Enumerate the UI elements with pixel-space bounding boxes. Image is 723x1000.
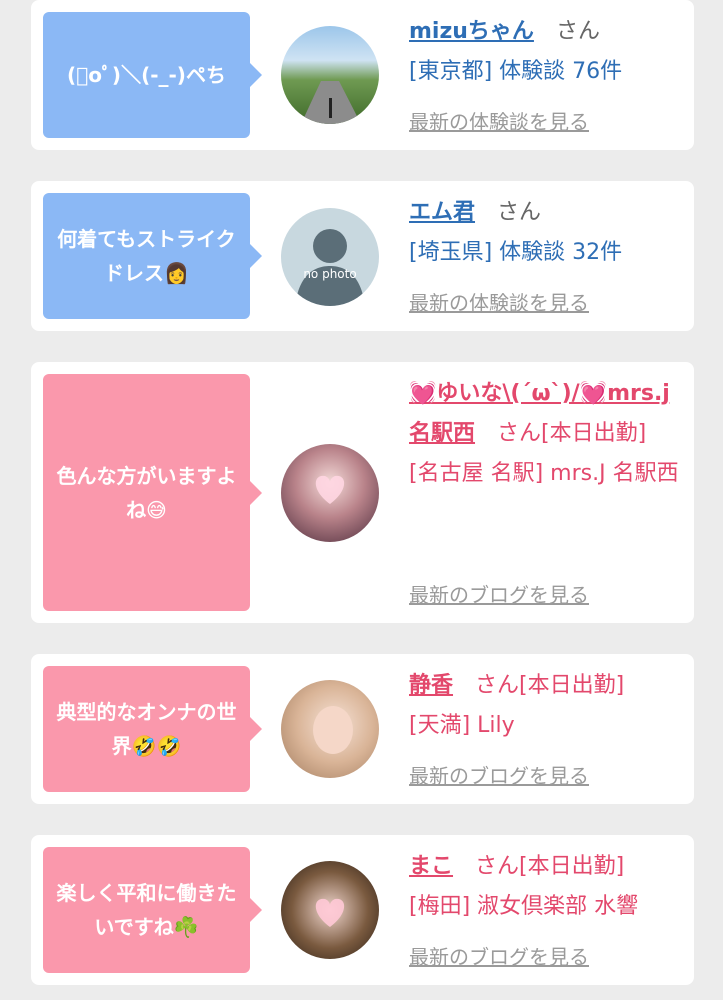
blog-card: 色んな方がいますよね😅 💓ゆいな\(´ω`)/💓mrs.j名駅西 さん[本日出勤]…: [31, 362, 694, 623]
blurred-face-icon: [315, 475, 345, 504]
honorific: さん[本日出勤]: [497, 421, 647, 446]
comment-bubble: 何着てもストライクドレス👩: [43, 193, 262, 319]
review-list: (ﾟoﾟ)＼(-_-)ペち mizuちゃん さん [東京都] 体験談 76件 最新…: [0, 0, 723, 1000]
road-photo-icon: [301, 81, 361, 124]
comment-text: 色んな方がいますよね😅: [56, 463, 237, 522]
user-info: mizuちゃん さん [東京都] 体験談 76件: [409, 12, 684, 92]
profile-photo-icon: [313, 706, 353, 754]
user-info: エム君 さん [埼玉県] 体験談 32件: [409, 193, 684, 273]
avatar[interactable]: no photo: [281, 208, 379, 306]
heart-face-icon: [315, 898, 345, 927]
avatar[interactable]: [281, 444, 379, 542]
user-info: まこ さん[本日出勤] [梅田] 淑女倶楽部 水響: [409, 847, 684, 927]
latest-link[interactable]: 最新の体験談を見る: [409, 287, 589, 316]
comment-text: 何着てもストライクドレス👩: [57, 227, 236, 285]
user-name-link[interactable]: mizuちゃん: [409, 19, 534, 44]
user-meta: [東京都] 体験談 76件: [409, 59, 623, 84]
latest-link[interactable]: 最新のブログを見る: [409, 941, 589, 970]
user-info: 静香 さん[本日出勤] [天満] Lily: [409, 666, 684, 746]
blog-card: 楽しく平和に働きたいですね☘️ まこ さん[本日出勤] [梅田] 淑女倶楽部 水響…: [31, 835, 694, 985]
no-photo-silhouette-icon: no photo: [295, 229, 365, 306]
blog-card: 典型的なオンナの世界🤣🤣 静香 さん[本日出勤] [天満] Lily 最新のブログ…: [31, 654, 694, 804]
comment-bubble: (ﾟoﾟ)＼(-_-)ペち: [43, 12, 262, 138]
comment-bubble: 楽しく平和に働きたいですね☘️: [43, 847, 262, 973]
user-meta: [梅田] 淑女倶楽部 水響: [409, 894, 639, 919]
honorific: さん[本日出勤]: [475, 673, 625, 698]
comment-bubble: 典型的なオンナの世界🤣🤣: [43, 666, 262, 792]
user-info: 💓ゆいな\(´ω`)/💓mrs.j名駅西 さん[本日出勤] [名古屋 名駅] mr…: [409, 374, 684, 494]
comment-text: 楽しく平和に働きたいですね☘️: [56, 881, 237, 939]
comment-bubble: 色んな方がいますよね😅: [43, 374, 262, 611]
honorific: さん: [555, 19, 600, 44]
latest-link[interactable]: 最新のブログを見る: [409, 579, 589, 608]
review-card: 何着てもストライクドレス👩 no photo エム君 さん [埼玉県] 体験談 3…: [31, 181, 694, 331]
user-name-link[interactable]: まこ: [409, 854, 453, 879]
avatar[interactable]: [281, 861, 379, 959]
user-meta: [天満] Lily: [409, 713, 515, 738]
user-name-link[interactable]: 静香: [409, 673, 453, 698]
comment-text: 典型的なオンナの世界🤣🤣: [56, 700, 237, 758]
user-meta: [埼玉県] 体験談 32件: [409, 240, 623, 265]
user-meta: [名古屋 名駅] mrs.J 名駅西: [409, 461, 679, 486]
no-photo-label: no photo: [303, 267, 356, 281]
honorific: さん[本日出勤]: [475, 854, 625, 879]
review-card: (ﾟoﾟ)＼(-_-)ペち mizuちゃん さん [東京都] 体験談 76件 最新…: [31, 0, 694, 150]
honorific: さん: [497, 200, 542, 225]
user-name-link[interactable]: エム君: [409, 200, 475, 225]
comment-text: (ﾟoﾟ)＼(-_-)ペち: [67, 63, 226, 87]
latest-link[interactable]: 最新のブログを見る: [409, 760, 589, 789]
avatar[interactable]: [281, 26, 379, 124]
latest-link[interactable]: 最新の体験談を見る: [409, 106, 589, 135]
avatar[interactable]: [281, 680, 379, 778]
